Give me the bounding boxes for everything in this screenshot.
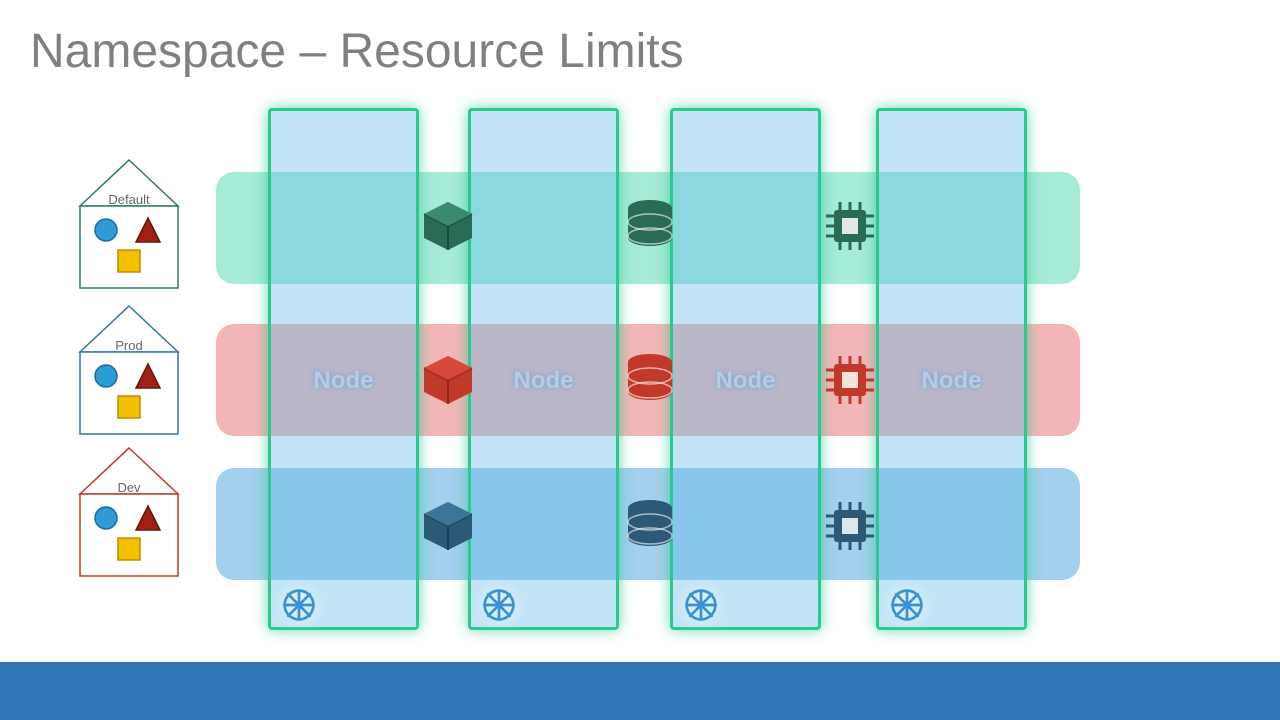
cpu-icon [822,498,878,554]
slide: Namespace – Resource Limits Default Prod [0,0,1280,720]
node-label: Node [471,367,616,395]
node-column-3: Node [670,108,821,630]
namespace-label: Default [78,192,180,207]
node-column-1: Node [268,108,419,630]
node-label: Node [879,367,1024,395]
kubernetes-icon [889,587,925,623]
namespace-label: Prod [78,338,180,353]
box-icon [420,352,476,408]
namespace-house-dev: Dev [78,446,180,578]
box-icon [420,498,476,554]
house-icon [78,304,180,436]
kubernetes-icon [281,587,317,623]
node-column-4: Node [876,108,1027,630]
database-icon [622,352,678,408]
node-column-2: Node [468,108,619,630]
database-icon [622,198,678,254]
database-icon [622,498,678,554]
namespace-house-default: Default [78,158,180,290]
node-label: Node [271,367,416,395]
namespace-house-prod: Prod [78,304,180,436]
slide-footer [0,662,1280,720]
house-icon [78,158,180,290]
node-label: Node [673,367,818,395]
namespace-label: Dev [78,480,180,495]
kubernetes-icon [481,587,517,623]
kubernetes-icon [683,587,719,623]
house-icon [78,446,180,578]
cpu-icon [822,352,878,408]
cpu-icon [822,198,878,254]
box-icon [420,198,476,254]
slide-title: Namespace – Resource Limits [30,24,684,79]
